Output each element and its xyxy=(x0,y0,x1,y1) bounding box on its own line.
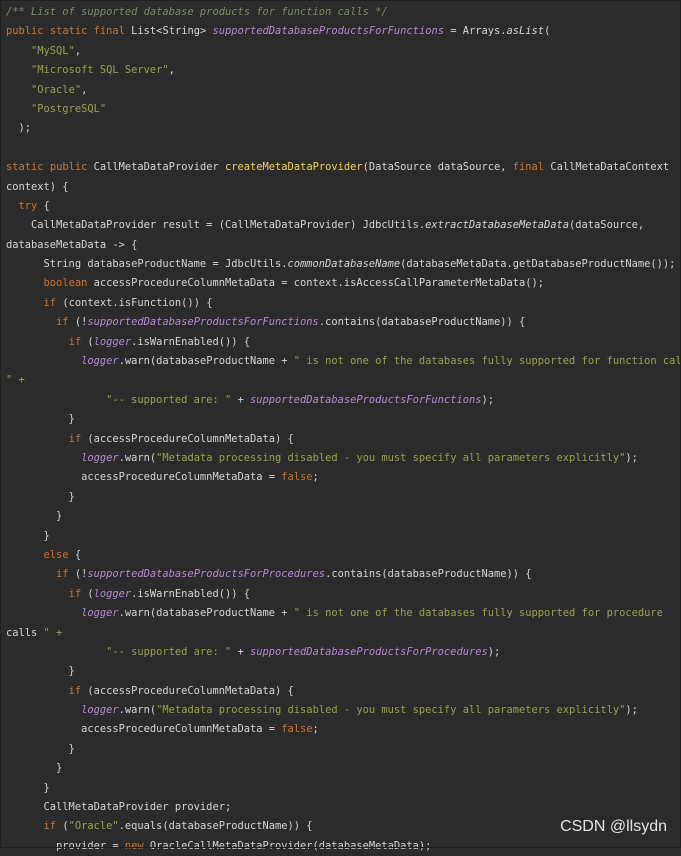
code-line: CallMetaDataProvider result = (CallMetaD… xyxy=(6,219,645,232)
code-line: } xyxy=(6,529,50,542)
code-line: } xyxy=(6,742,75,755)
code-line: logger.warn(databaseProductName + " is n… xyxy=(81,607,663,620)
code-line: calls " + xyxy=(6,626,63,639)
code-line: if (logger.isWarnEnabled()) { xyxy=(68,335,250,348)
code-line: /** List of supported database products … xyxy=(6,6,388,18)
code-line: ​ xyxy=(0,139,681,158)
code-line: if (accessProcedureColumnMetaData) { xyxy=(68,432,294,445)
code-line: } xyxy=(6,413,75,426)
code-line: if (accessProcedureColumnMetaData) { xyxy=(68,684,294,697)
code-line: CallMetaDataProvider provider; xyxy=(6,801,232,814)
code-line: boolean accessProcedureColumnMetaData = … xyxy=(43,277,545,290)
code-line: if (!supportedDatabaseProductsForProcedu… xyxy=(56,568,532,581)
code-line: public static final List<String> support… xyxy=(6,25,551,38)
code-line: if (logger.isWarnEnabled()) { xyxy=(68,587,250,600)
code-line: ); xyxy=(6,122,32,135)
code-line: accessProcedureColumnMetaData = false; xyxy=(6,471,319,484)
code-line: databaseMetaData -> { xyxy=(6,238,138,251)
code-line: accessProcedureColumnMetaData = false; xyxy=(6,723,319,736)
code-line: "-- supported are: " + supportedDatabase… xyxy=(106,393,494,406)
code-line: " + xyxy=(6,374,25,387)
code-line: } xyxy=(6,781,50,794)
code-line: logger.warn(databaseProductName + " is n… xyxy=(81,355,681,368)
code-line: static public CallMetaDataProvider creat… xyxy=(6,161,670,174)
code-line: String databaseProductName = JdbcUtils.c… xyxy=(6,258,676,271)
code-line: } xyxy=(6,490,75,503)
code-line: } xyxy=(6,762,63,775)
code-line: } xyxy=(6,510,63,523)
code-line: context) { xyxy=(6,180,69,193)
code-line: "-- supported are: " + supportedDatabase… xyxy=(106,645,501,658)
code-editor[interactable]: /** List of supported database products … xyxy=(0,0,681,852)
watermark: CSDN @llsydn xyxy=(560,818,667,835)
code-line: "Oracle", xyxy=(31,83,88,96)
code-line: else { xyxy=(43,548,82,561)
code-line: logger.warn("Metadata processing disable… xyxy=(81,704,638,717)
code-line: if (!supportedDatabaseProductsForFunctio… xyxy=(56,316,526,329)
code-line: "Microsoft SQL Server", xyxy=(31,64,175,77)
code-line: provider = new OracleCallMetaDataProvide… xyxy=(6,839,432,852)
code-line: if (context.isFunction()) { xyxy=(43,296,213,309)
code-line: logger.warn("Metadata processing disable… xyxy=(81,451,638,464)
code-line: "MySQL", xyxy=(31,44,82,57)
code-line: "PostgreSQL" xyxy=(31,102,107,115)
code-line: try { xyxy=(18,199,50,212)
code-line: } xyxy=(6,665,75,678)
